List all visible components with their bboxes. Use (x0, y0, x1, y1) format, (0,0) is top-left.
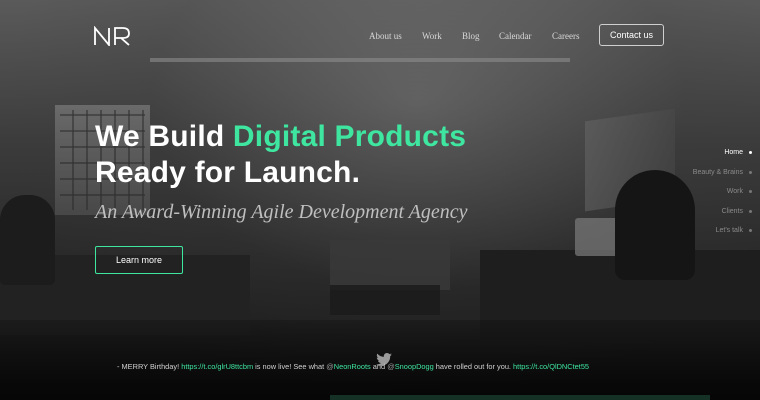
side-nav-dot-icon (749, 151, 752, 155)
side-nav-lets-talk[interactable]: Let's talk (632, 221, 752, 241)
nav-calendar[interactable]: Calendar (499, 31, 531, 41)
hero-headline: We Build Digital Products Ready for Laun… (95, 119, 466, 191)
tweet-mention[interactable]: NeonRoots (334, 362, 371, 371)
side-nav-label: Work (726, 188, 743, 196)
background-desk (330, 240, 450, 290)
nav-about[interactable]: About us (369, 31, 402, 41)
side-nav-work[interactable]: Work (632, 182, 752, 202)
side-nav-dot-icon (749, 229, 752, 233)
tweet-text: have rolled out for you. (433, 362, 514, 371)
nav-careers[interactable]: Careers (552, 31, 579, 41)
tweet-link[interactable]: https://t.co/QlDNCtet55 (513, 362, 589, 371)
side-nav-dot-icon (749, 209, 752, 213)
tweet-text: is now live! See what (253, 362, 327, 371)
latest-tweet: - MERRY Birthday! https://t.co/glrU8ttcb… (117, 362, 589, 371)
tweet-text: - MERRY Birthday! (117, 362, 182, 371)
logo-mark[interactable] (93, 26, 131, 46)
side-nav-label: Let's talk (715, 227, 743, 235)
contact-us-button[interactable]: Contact us (599, 24, 664, 46)
tweet-at: @ (387, 362, 395, 371)
tweet-text: and (370, 362, 388, 371)
background-floor-mat (330, 285, 440, 315)
side-nav-dot-icon (749, 170, 752, 174)
side-nav-label: Beauty & Brains (692, 168, 743, 176)
ceiling-light (150, 58, 570, 62)
headline-accent: Digital Products (232, 120, 467, 153)
side-nav-dot-icon (749, 190, 752, 194)
nav-blog[interactable]: Blog (462, 31, 480, 41)
section-side-nav: Home Beauty & Brains Work Clients Let's … (632, 143, 752, 241)
learn-more-button[interactable]: Learn more (95, 246, 183, 274)
side-nav-home[interactable]: Home (632, 143, 752, 163)
tweet-at: @ (326, 362, 334, 371)
hero-tagline: An Award-Winning Agile Development Agenc… (95, 201, 468, 223)
nav-work[interactable]: Work (422, 31, 442, 41)
side-nav-label: Home (724, 149, 743, 157)
headline-prefix: We Build (95, 120, 233, 153)
tweet-link[interactable]: https://t.co/glrU8ttcbm (181, 362, 253, 371)
side-nav-beauty-brains[interactable]: Beauty & Brains (632, 163, 752, 183)
headline-line2: Ready for Launch. (95, 156, 361, 189)
tweet-mention[interactable]: SnoopDogg (395, 362, 434, 371)
bottom-section-preview (330, 395, 710, 400)
side-nav-clients[interactable]: Clients (632, 202, 752, 222)
side-nav-label: Clients (721, 207, 743, 215)
background-person-left (0, 195, 55, 285)
